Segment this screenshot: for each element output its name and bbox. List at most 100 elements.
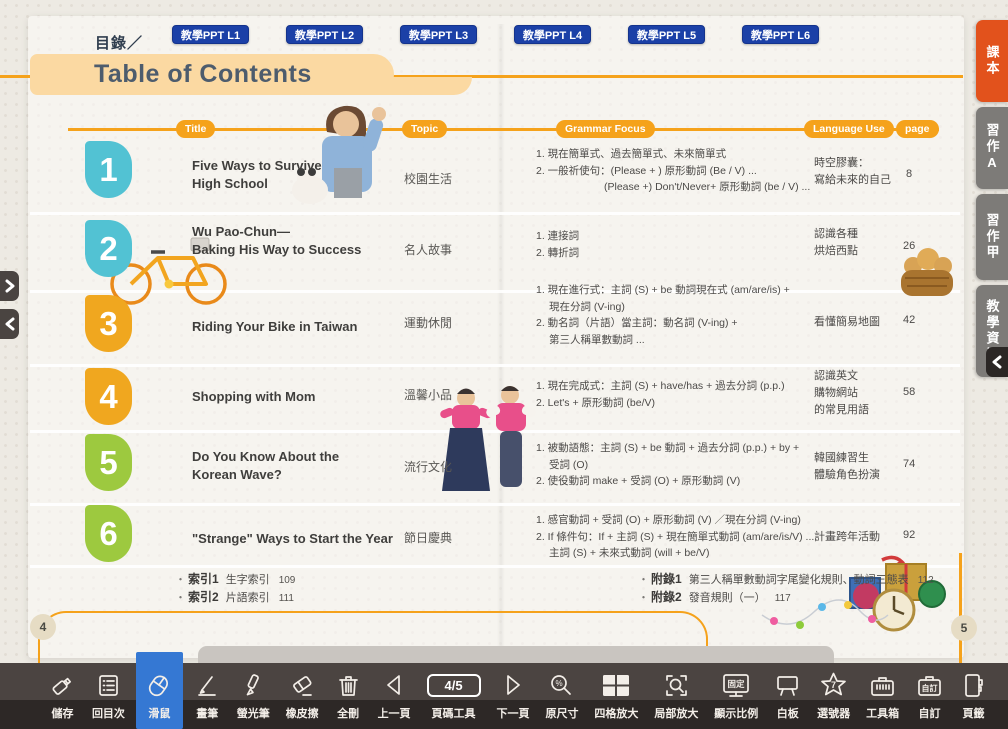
unit-1-page: 8 (906, 168, 912, 180)
left-panel-expand-button[interactable] (0, 271, 19, 301)
four-grid-icon (601, 672, 631, 699)
unit-5-grammar: 1. 被動語態：主詞 (S) + be 動詞 + 過去分詞 (p.p.) + b… (536, 440, 826, 490)
delete-all-button[interactable]: 全刪 (330, 663, 367, 729)
unit-4-page: 58 (903, 386, 915, 398)
toolbox-icon (868, 672, 897, 699)
unit-3-title[interactable]: Riding Your Bike in Taiwan (192, 318, 357, 336)
toc-banner-tail (356, 77, 472, 95)
custom-toolbox-button[interactable]: 自訂 自訂 (910, 663, 949, 729)
row-separator (30, 565, 960, 568)
unit-1-number[interactable]: 1 (85, 141, 132, 198)
tab-textbook[interactable]: 課本 (976, 20, 1008, 102)
page-spread-divider (497, 24, 505, 652)
usb-save-icon (49, 672, 76, 699)
star-number-icon: 7 (819, 671, 848, 699)
column-header-grammar: Grammar Focus (556, 120, 655, 138)
unit-5-topic: 流行文化 (404, 458, 452, 475)
appendix-1[interactable]: ・附錄1第三人稱單數動詞字尾變化規則、動詞三態表112 (638, 570, 934, 587)
svg-text:固定: 固定 (728, 679, 746, 689)
svg-text:7: 7 (831, 680, 836, 690)
ppt-button-l6[interactable]: 教學PPT L6 (742, 25, 819, 44)
unit-3-grammar: 1. 現在進行式：主詞 (S) + be 動詞現在式 (am/are/is) +… (536, 282, 826, 348)
unit-2-number[interactable]: 2 (85, 220, 132, 277)
whiteboard-button[interactable]: 白板 (769, 663, 806, 729)
back-to-toc-button[interactable]: 回目次 (87, 663, 130, 729)
unit-4-grammar: 1. 現在完成式：主詞 (S) + have/has + 過去分詞 (p.p.)… (536, 378, 826, 411)
page-bookmark-button[interactable]: 頁籤 (955, 663, 992, 729)
page-title: Table of Contents (30, 60, 312, 89)
ppt-button-l2[interactable]: 教學PPT L2 (286, 25, 363, 44)
ppt-button-l4[interactable]: 教學PPT L4 (514, 25, 591, 44)
toolbox-button[interactable]: 工具箱 (861, 663, 904, 729)
index-2[interactable]: ・索引2片語索引111 (175, 588, 294, 605)
book-tab-strip: 課本 習作A 習作甲 教學資源 (976, 20, 1008, 377)
highlighter-icon (240, 672, 267, 699)
unit-4-title[interactable]: Shopping with Mom (192, 388, 315, 406)
tab-workbook-a[interactable]: 習作A (976, 107, 1008, 189)
whiteboard-icon (774, 672, 801, 699)
unit-4-language-use: 認識英文 購物網站 的常見用語 (814, 368, 909, 419)
unit-6-title[interactable]: "Strange" Ways to Start the Year (192, 530, 393, 548)
svg-text:%: % (556, 679, 563, 688)
column-header-topic: Topic (402, 120, 447, 138)
eraser-icon (289, 672, 316, 699)
row-separator (30, 212, 960, 215)
ppt-button-l5[interactable]: 教學PPT L5 (628, 25, 705, 44)
unit-6-topic: 節日慶典 (404, 529, 452, 546)
unit-3-number[interactable]: 3 (85, 295, 132, 352)
display-ratio-button[interactable]: 固定 顯示比例 (709, 663, 763, 729)
unit-1-title[interactable]: Five Ways to Survive High School (192, 157, 322, 193)
column-header-title: Title (176, 120, 215, 138)
mouse-icon (146, 672, 173, 699)
region-zoom-icon (663, 672, 690, 699)
unit-2-grammar: 1. 連接詞 2. 轉折詞 (536, 228, 826, 261)
catalog-label: 目錄／ (95, 32, 143, 53)
unit-6-number[interactable]: 6 (85, 505, 132, 562)
index-1[interactable]: ・索引1生字索引109 (175, 570, 295, 587)
pen-tool-button[interactable]: 畫筆 (189, 663, 226, 729)
eraser-tool-button[interactable]: 橡皮擦 (281, 663, 324, 729)
save-button[interactable]: 儲存 (44, 663, 81, 729)
ppt-button-row: 教學PPT L1 教學PPT L2 教學PPT L3 教學PPT L4 教學PP… (172, 25, 819, 44)
chevron-left-icon (3, 316, 17, 332)
monitor-fixed-icon: 固定 (721, 672, 751, 699)
four-grid-zoom-button[interactable]: 四格放大 (589, 663, 643, 729)
toc-banner: Table of Contents (30, 54, 394, 95)
unit-3-page: 42 (903, 314, 915, 326)
unit-5-number[interactable]: 5 (85, 434, 132, 491)
ppt-button-l1[interactable]: 教學PPT L1 (172, 25, 249, 44)
unit-2-title[interactable]: Wu Pao-Chun— Baking His Way to Success (192, 223, 361, 259)
appendix-2[interactable]: ・附錄2發音規則（一）117 (638, 588, 791, 605)
unit-1-topic: 校園生活 (404, 170, 452, 187)
row-separator (30, 503, 960, 506)
chevron-right-icon (3, 278, 17, 294)
number-picker-button[interactable]: 7 選號器 (812, 663, 855, 729)
unit-6-grammar: 1. 感官動詞 + 受詞 (O) + 原形動詞 (V) ／現在分詞 (V-ing… (536, 512, 826, 562)
pencil-icon (194, 672, 221, 699)
toc-list-icon (95, 672, 122, 699)
book-page-number-right: 5 (951, 615, 977, 641)
unit-6-page: 92 (903, 529, 915, 541)
ppt-button-l3[interactable]: 教學PPT L3 (400, 25, 477, 44)
unit-5-page: 74 (903, 458, 915, 470)
unit-4-number[interactable]: 4 (85, 368, 132, 425)
page-number-tool[interactable]: 4/5 頁碼工具 (422, 663, 486, 729)
page-indicator[interactable]: 4/5 (427, 674, 481, 697)
ebook-reader: 目錄／ Table of Contents 教學PPT L1 教學PPT L2 … (0, 0, 1008, 729)
mouse-tool-button[interactable]: 滑鼠 (136, 652, 183, 729)
unit-1-grammar: 1. 現在簡單式、過去簡單式、未來簡單式 2. 一般祈使句：(Please + … (536, 146, 826, 196)
column-header-language: Language Use (804, 120, 894, 138)
unit-2-page: 26 (903, 240, 915, 252)
left-panel-collapse-button[interactable] (0, 309, 19, 339)
unit-2-language-use: 認識各種 烘焙西點 (814, 226, 909, 260)
tab-strip-collapse-button[interactable] (986, 347, 1008, 377)
original-size-button[interactable]: % 原尺寸 (540, 663, 583, 729)
unit-5-title[interactable]: Do You Know About the Korean Wave? (192, 448, 339, 484)
bookmark-tab-icon (960, 672, 987, 699)
next-page-button[interactable]: 下一頁 (492, 663, 535, 729)
tab-workbook-jia[interactable]: 習作甲 (976, 194, 1008, 280)
row-separator (30, 364, 960, 367)
prev-page-button[interactable]: 上一頁 (373, 663, 416, 729)
region-zoom-button[interactable]: 局部放大 (649, 663, 703, 729)
highlighter-tool-button[interactable]: 螢光筆 (232, 663, 275, 729)
